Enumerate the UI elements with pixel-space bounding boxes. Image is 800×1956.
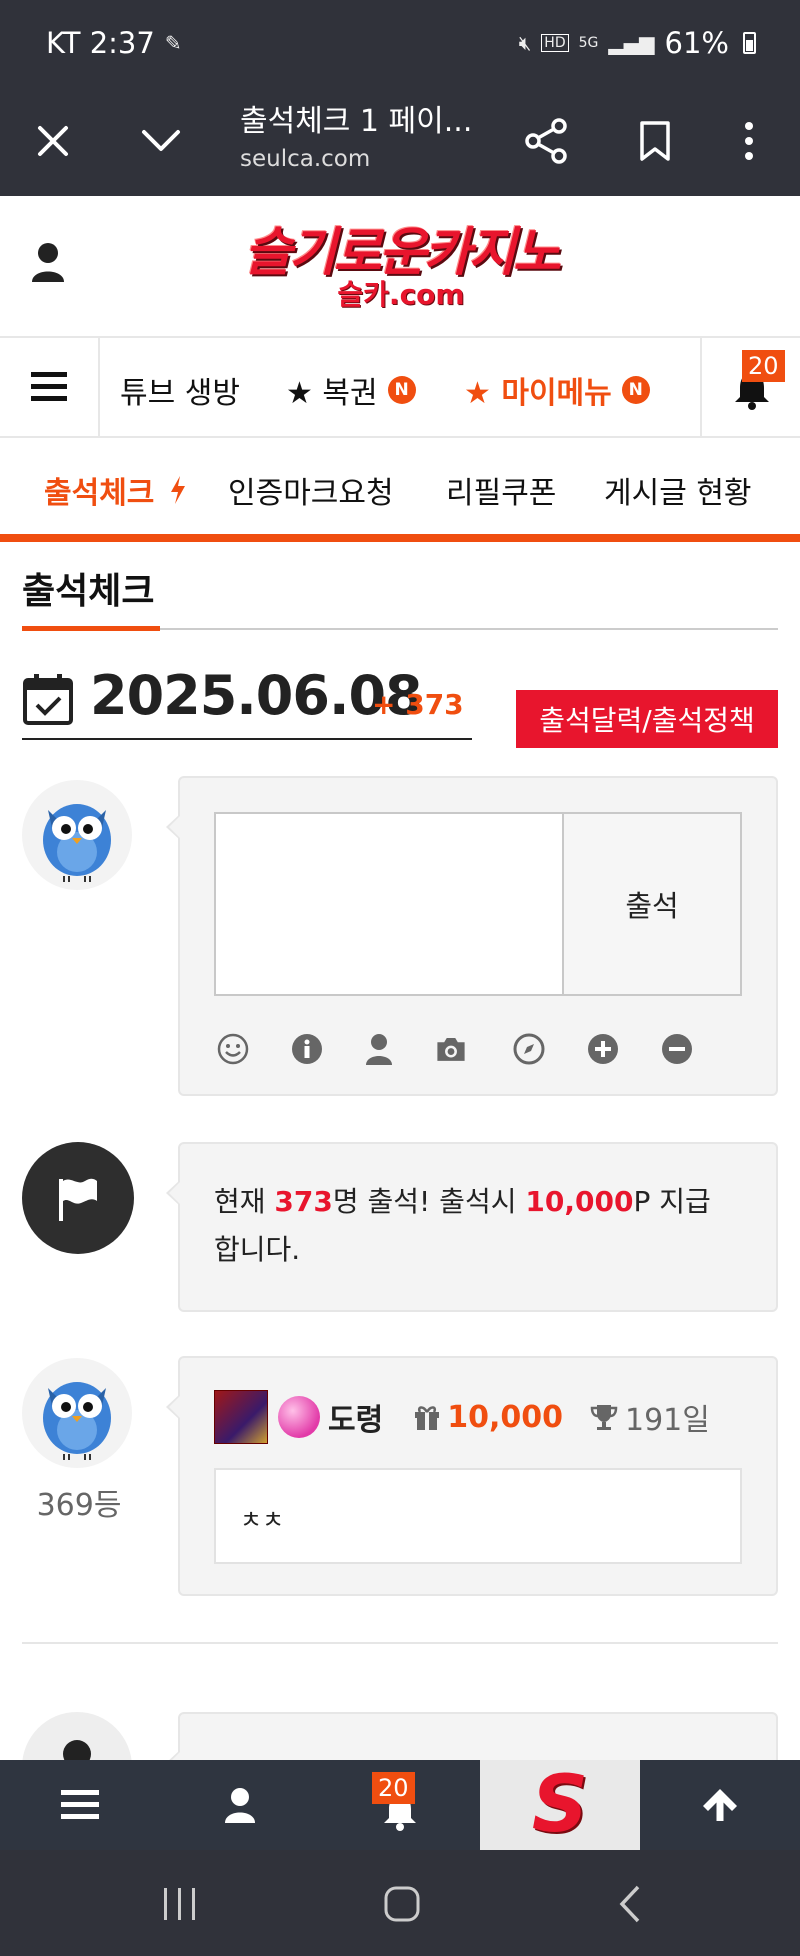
close-icon[interactable]	[28, 116, 78, 166]
bottom-notification-button[interactable]: 20	[320, 1760, 480, 1850]
notification-button[interactable]: 20	[700, 338, 800, 436]
entry-nickname[interactable]: 도령	[328, 1395, 383, 1439]
subnav-item-refill-coupon[interactable]: 리필쿠폰	[446, 468, 556, 512]
subnav-item-post-status[interactable]: 게시글 현황	[604, 468, 752, 512]
attendance-notice-text: 현재 373명 출석! 출석시 10,000P 지급합니다.	[214, 1178, 734, 1274]
carrier-time: KT 2:37	[46, 26, 155, 60]
user-tag-icon[interactable]	[362, 1032, 396, 1066]
notification-count-badge: 20	[372, 1772, 415, 1804]
attendance-policy-button[interactable]: 출석달력/출석정책	[516, 690, 778, 748]
calendar-check-icon	[23, 674, 73, 725]
title-accent-bar	[22, 626, 160, 631]
subnav-item-label: 출석체크	[44, 476, 155, 511]
notice-count: 373	[274, 1185, 333, 1218]
page: KT 2:37 ✎ 🔇︎ HD 5G ▂▄▆ 61% 출석체크 1 페이... …	[0, 0, 800, 1956]
hd-icon: HD	[541, 34, 569, 52]
notice-prefix: 현재	[214, 1185, 275, 1218]
5g-icon: 5G	[578, 35, 599, 51]
page-title: 출석체크	[22, 571, 155, 612]
entry-comment: ㅊㅊ	[214, 1468, 742, 1564]
date-row: 2025.06.08 + 373	[22, 664, 472, 740]
trophy-icon	[590, 1405, 618, 1430]
checkin-form-card: 출석	[166, 776, 778, 1096]
entry-divider	[22, 1642, 778, 1644]
site-logo[interactable]: 슬기로운카지노 슬카.com	[236, 226, 566, 316]
camera-icon[interactable]	[434, 1032, 468, 1066]
level-icon	[278, 1396, 320, 1438]
bottom-toolbar: 20 S	[0, 1760, 800, 1850]
mute-icon: 🔇︎	[518, 31, 532, 55]
info-icon[interactable]	[290, 1032, 324, 1066]
scroll-top-button[interactable]	[640, 1760, 800, 1850]
attendance-entry-card: 도령 10,000 191일 ㅊㅊ	[166, 1356, 778, 1596]
nav-item-label: 튜브 생방	[120, 376, 240, 411]
nav-item-my-menu[interactable]: ★ 마이메뉴 N	[464, 368, 650, 412]
nav-item-label: ★ 복권	[286, 376, 378, 411]
recent-apps-icon[interactable]	[160, 1886, 200, 1922]
more-options-icon[interactable]	[724, 116, 774, 166]
menu-icon	[61, 1790, 99, 1819]
entry-points: 10,000	[447, 1399, 563, 1435]
arrow-up-icon	[703, 1789, 737, 1821]
minus-circle-icon[interactable]	[660, 1032, 694, 1066]
subnav-item-attendance[interactable]: 출석체크	[44, 468, 187, 512]
status-bar: KT 2:37 ✎ 🔇︎ HD 5G ▂▄▆ 61%	[0, 0, 800, 86]
attendance-increment: + 373	[372, 688, 464, 721]
flag-avatar	[22, 1142, 134, 1254]
attendance-notice-card: 현재 373명 출석! 출석시 10,000P 지급합니다.	[166, 1142, 778, 1312]
emoticon-icon[interactable]	[216, 1032, 250, 1066]
plus-circle-icon[interactable]	[586, 1032, 620, 1066]
chevron-down-icon[interactable]	[136, 116, 186, 166]
entry-days: 191일	[624, 1403, 710, 1438]
browser-toolbar: 출석체크 1 페이... seulca.com	[0, 86, 800, 196]
flag-icon	[59, 1178, 97, 1221]
user-thumbnail[interactable]	[214, 1390, 268, 1444]
nav-item-lottery[interactable]: ★ 복권 N	[286, 368, 416, 412]
bookmark-icon[interactable]	[630, 116, 680, 166]
notification-count-badge: 20	[742, 350, 785, 382]
bottom-user-button[interactable]	[160, 1760, 320, 1850]
notice-points: 10,000	[525, 1185, 634, 1218]
nav-item-tube-live[interactable]: 튜브 생방	[120, 368, 240, 412]
owl-avatar	[22, 1358, 132, 1468]
subnav-item-cert-request[interactable]: 인증마크요청	[228, 468, 394, 512]
menu-icon[interactable]	[0, 338, 100, 436]
bottom-home-logo[interactable]: S	[480, 1760, 640, 1850]
owl-avatar	[22, 780, 132, 890]
logo-main-text: 슬기로운카지노	[244, 223, 561, 283]
battery-percent: 61%	[664, 26, 729, 60]
battery-icon	[743, 32, 756, 54]
signal-icon: ▂▄▆	[608, 31, 655, 55]
entry-rank: 369등	[36, 1488, 122, 1523]
share-icon[interactable]	[522, 116, 572, 166]
logo-sub-text: 슬카.com	[337, 278, 465, 311]
site-header: 슬기로운카지노 슬카.com	[0, 196, 800, 336]
home-icon[interactable]	[382, 1884, 422, 1924]
user-icon	[225, 1788, 255, 1823]
compass-icon[interactable]	[512, 1032, 546, 1066]
new-badge: N	[621, 376, 650, 404]
new-badge: N	[387, 376, 416, 404]
bottom-menu-button[interactable]	[0, 1760, 160, 1850]
sub-nav: 출석체크 인증마크요청 리필쿠폰 게시글 현황	[0, 438, 800, 542]
checkin-comment-input[interactable]	[214, 812, 564, 996]
logo-s-icon: S	[531, 1760, 589, 1850]
notice-mid: 명 출석! 출석시	[332, 1185, 526, 1218]
browser-url[interactable]: seulca.com	[240, 146, 370, 172]
gift-icon	[415, 1406, 440, 1430]
feather-icon: ✎	[164, 31, 182, 55]
lightning-icon	[170, 476, 185, 504]
user-icon[interactable]	[30, 242, 66, 286]
checkin-submit-button[interactable]: 출석	[562, 812, 742, 996]
back-icon[interactable]	[616, 1884, 644, 1924]
nav-item-label: ★ 마이메뉴	[464, 376, 612, 411]
entry-user-row: 도령 10,000 191일	[214, 1390, 710, 1444]
main-nav: 튜브 생방 ★ 복권 N ★ 마이메뉴 N 20	[0, 336, 800, 438]
browser-page-title: 출석체크 1 페이...	[240, 104, 473, 139]
system-nav-bar	[0, 1850, 800, 1956]
